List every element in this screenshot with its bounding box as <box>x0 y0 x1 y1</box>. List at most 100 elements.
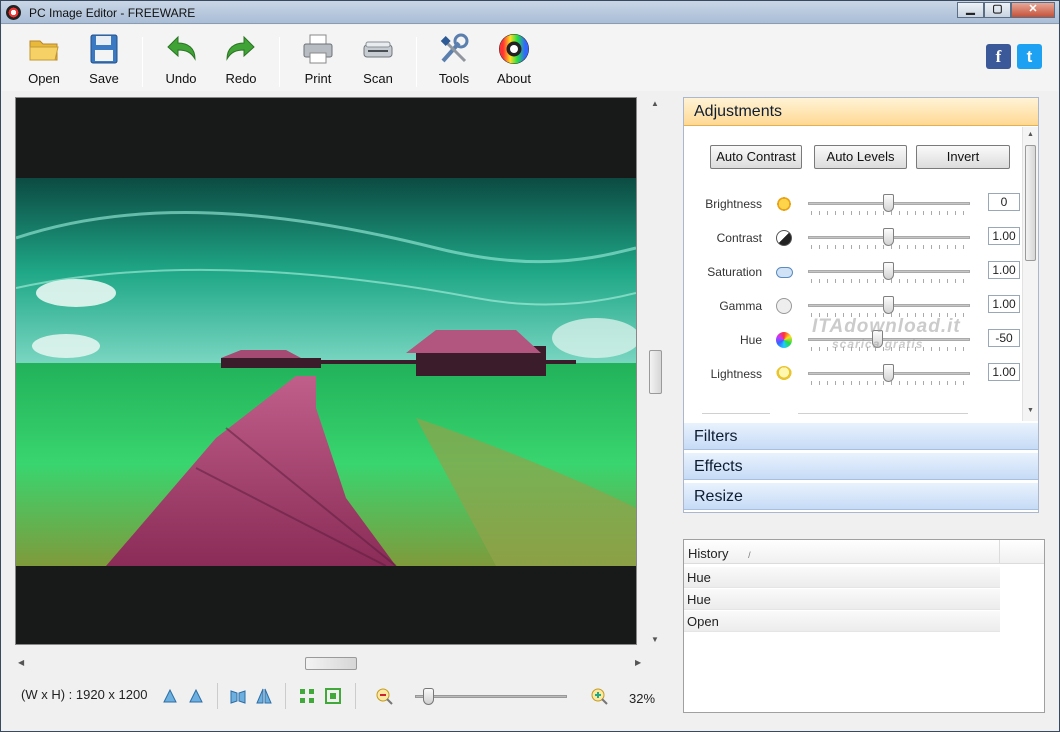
filters-header[interactable]: Filters <box>684 422 1038 450</box>
scan-label: Scan <box>363 71 393 86</box>
history-header-label: History <box>688 546 729 561</box>
floppy-icon <box>87 33 121 65</box>
facebook-icon[interactable]: f <box>986 44 1011 69</box>
effects-header[interactable]: Effects <box>684 452 1038 480</box>
history-item[interactable]: Open <box>684 611 1000 632</box>
scroll-down-arrow-icon[interactable]: ▼ <box>651 635 659 644</box>
flip-vertical-icon[interactable] <box>255 687 273 705</box>
save-button[interactable]: Save <box>74 33 134 89</box>
gamma-label: Gamma <box>719 299 762 313</box>
redo-arrow-icon <box>224 33 258 65</box>
hue-value[interactable]: -50 <box>988 329 1020 347</box>
open-button[interactable]: Open <box>14 33 74 89</box>
wrench-screwdriver-icon <box>437 33 471 65</box>
scroll-down-arrow-icon[interactable]: ▼ <box>1027 407 1034 414</box>
print-button[interactable]: Print <box>288 33 348 89</box>
lightness-value[interactable]: 1.00 <box>988 363 1020 381</box>
saturation-slider-thumb[interactable] <box>883 262 894 280</box>
maximize-button[interactable]: ▢ <box>984 2 1011 18</box>
color-wheel-icon <box>497 33 531 65</box>
redo-button[interactable]: Redo <box>211 33 271 89</box>
title-bar: PC Image Editor - FREEWARE ▁ ▢ ✕ <box>1 1 1059 24</box>
settings-panel: Adjustments Auto Contrast Auto Levels In… <box>683 97 1039 513</box>
redo-label: Redo <box>225 71 257 86</box>
history-item[interactable]: Hue <box>684 589 1000 610</box>
lightness-ticks <box>811 381 971 385</box>
invert-button[interactable]: Invert <box>916 145 1010 169</box>
gamma-value[interactable]: 1.00 <box>988 295 1020 313</box>
contrast-row: Contrast 1.00 <box>684 227 1022 261</box>
status-divider <box>285 683 286 709</box>
lightness-slider-thumb[interactable] <box>883 364 894 382</box>
adjustments-body: Auto Contrast Auto Levels Invert Brightn… <box>684 127 1022 421</box>
edited-photo <box>16 178 636 566</box>
gamma-icon <box>776 298 792 314</box>
contrast-label: Contrast <box>716 231 762 245</box>
history-column-header[interactable]: History / <box>686 540 1000 564</box>
gamma-slider-thumb[interactable] <box>883 296 894 314</box>
image-canvas[interactable] <box>15 97 637 645</box>
light-bulb-icon <box>776 366 792 382</box>
actual-size-icon[interactable] <box>324 687 342 705</box>
minimize-button[interactable]: ▁ <box>957 2 984 18</box>
saturation-value[interactable]: 1.00 <box>988 261 1020 279</box>
undo-button[interactable]: Undo <box>151 33 211 89</box>
history-item[interactable]: Hue <box>684 567 1000 588</box>
folder-icon <box>27 33 61 65</box>
fit-to-window-icon[interactable] <box>298 687 316 705</box>
saturation-row: Saturation 1.00 <box>684 261 1022 295</box>
status-divider <box>217 683 218 709</box>
auto-contrast-button[interactable]: Auto Contrast <box>710 145 802 169</box>
resize-header[interactable]: Resize <box>684 482 1038 510</box>
lightness-label: Lightness <box>710 367 762 381</box>
rotate-right-icon[interactable] <box>187 687 205 705</box>
history-panel: History / Hue Hue Open <box>683 539 1045 713</box>
about-label: About <box>497 71 531 86</box>
status-bar: (W x H) : 1920 x 1200 32% <box>15 681 665 711</box>
main-toolbar: Open Save Undo Redo Print Scan Tools Abo… <box>2 25 1058 91</box>
zoom-out-icon[interactable] <box>375 687 393 705</box>
toolbar-divider <box>416 37 417 87</box>
close-button[interactable]: ✕ <box>1011 2 1055 18</box>
twitter-icon[interactable]: t <box>1017 44 1042 69</box>
save-label: Save <box>89 71 119 86</box>
brightness-label: Brightness <box>705 197 762 211</box>
tools-button[interactable]: Tools <box>424 33 484 89</box>
watermark-text: ITAdownload.it <box>812 316 961 337</box>
tools-label: Tools <box>438 71 470 86</box>
adjustments-header[interactable]: Adjustments <box>684 98 1038 126</box>
horizontal-scroll-thumb[interactable] <box>305 657 357 670</box>
lightness-row: Lightness 1.00 <box>684 363 1022 397</box>
zoom-in-icon[interactable] <box>590 687 608 705</box>
scroll-right-arrow-icon[interactable]: ▶ <box>635 658 641 667</box>
auto-levels-button[interactable]: Auto Levels <box>814 145 907 169</box>
brightness-slider-thumb[interactable] <box>883 194 894 212</box>
undo-arrow-icon <box>164 33 198 65</box>
saturation-icon <box>776 267 793 278</box>
watermark-subtext: scarica gratis <box>832 337 924 351</box>
scroll-up-arrow-icon[interactable]: ▲ <box>651 99 659 108</box>
about-button[interactable]: About <box>484 33 544 89</box>
brightness-ticks <box>811 211 971 215</box>
contrast-slider-thumb[interactable] <box>883 228 894 246</box>
adjustments-scrollbar[interactable]: ▲ ▼ <box>1022 127 1038 421</box>
toolbar-divider <box>142 37 143 87</box>
zoom-slider-thumb[interactable] <box>422 688 434 705</box>
scan-button[interactable]: Scan <box>348 33 408 89</box>
flip-horizontal-icon[interactable] <box>229 687 247 705</box>
image-horizontal-scrollbar[interactable]: ◀ ▶ <box>15 655 647 672</box>
contrast-value[interactable]: 1.00 <box>988 227 1020 245</box>
brightness-value[interactable]: 0 <box>988 193 1020 211</box>
zoom-slider-track[interactable] <box>415 695 567 698</box>
sun-icon <box>776 196 792 212</box>
scroll-up-arrow-icon[interactable]: ▲ <box>1027 131 1034 138</box>
scroll-left-arrow-icon[interactable]: ◀ <box>18 658 24 667</box>
vertical-scroll-thumb[interactable] <box>649 350 662 394</box>
hue-label: Hue <box>739 333 762 347</box>
app-logo-icon <box>6 5 21 20</box>
rotate-left-icon[interactable] <box>161 687 179 705</box>
image-vertical-scrollbar[interactable]: ▲ ▼ <box>647 97 664 647</box>
scanner-icon <box>361 33 395 65</box>
brightness-row: Brightness 0 <box>684 193 1022 227</box>
adjustments-scroll-thumb[interactable] <box>1025 145 1036 261</box>
